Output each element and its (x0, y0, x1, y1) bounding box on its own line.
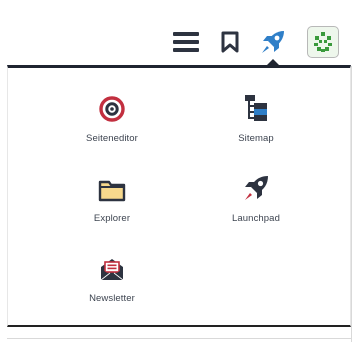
user-avatar-button[interactable] (305, 24, 341, 60)
menu-item-sitemap[interactable]: Sitemap (196, 88, 316, 158)
target-icon (99, 96, 125, 122)
user-avatar-icon (307, 26, 339, 58)
menu-item-explorer[interactable]: Explorer (52, 168, 172, 238)
folder-icon (98, 180, 126, 202)
hamburger-menu-icon (173, 32, 199, 52)
page-edge (351, 66, 352, 342)
menu-item-newsletter[interactable]: Newsletter (52, 248, 172, 318)
menu-item-label: Explorer (93, 213, 131, 224)
page-edge (7, 338, 352, 339)
newsletter-icon (100, 259, 124, 281)
menu-item-label: Sitemap (238, 133, 274, 144)
launchpad-button[interactable] (255, 24, 291, 60)
menu-item-launchpad[interactable]: Launchpad (196, 168, 316, 238)
menu-item-seiteneditor[interactable]: Seiteneditor (52, 88, 172, 158)
menu-item-label: Newsletter (89, 293, 135, 304)
rocket-icon (245, 176, 268, 200)
sitemap-icon (245, 95, 267, 121)
bookmark-icon (221, 31, 239, 53)
bookmark-button[interactable] (216, 24, 244, 60)
menu-item-label: Launchpad (232, 213, 280, 224)
top-toolbar (0, 0, 360, 66)
rocket-icon (262, 31, 284, 53)
menu-button[interactable] (170, 24, 202, 60)
menu-item-label: Seiteneditor (86, 133, 138, 144)
